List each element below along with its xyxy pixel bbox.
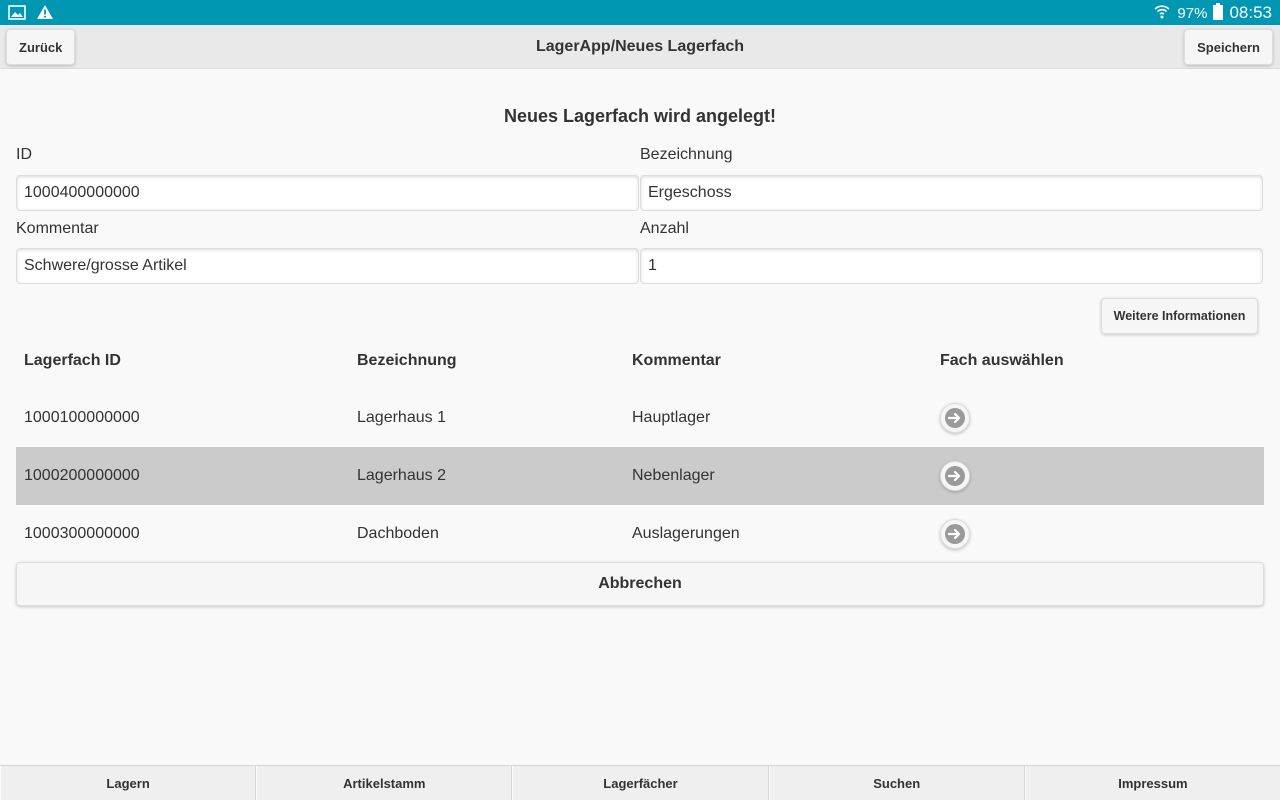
select-bin-button[interactable] [940, 447, 970, 505]
bottom-nav: Lagern Artikelstamm Lagerfächer Suchen I… [0, 765, 1280, 800]
anzahl-field[interactable]: 1 [640, 248, 1263, 284]
nav-item-artikelstamm[interactable]: Artikelstamm [256, 766, 513, 800]
row-id: 1000100000000 [24, 409, 140, 426]
id-field[interactable]: 1000400000000 [16, 175, 639, 211]
arrow-right-icon[interactable] [940, 403, 970, 433]
arrow-right-icon[interactable] [940, 461, 970, 491]
wifi-icon [1153, 2, 1171, 24]
storage-bin-table: Lagerfach ID Bezeichnung Kommentar Fach … [16, 333, 1264, 563]
cancel-button[interactable]: Abbrechen [16, 562, 1264, 606]
nav-item-suchen[interactable]: Suchen [768, 766, 1025, 800]
battery-percent: 97% [1177, 4, 1208, 22]
table-row: 1000300000000 Dachboden Auslagerungen [16, 505, 1264, 563]
table-header: Lagerfach ID Bezeichnung Kommentar Fach … [16, 333, 1264, 389]
bezeichnung-field[interactable]: Ergeschoss [640, 175, 1263, 211]
nav-item-lagerfaecher[interactable]: Lagerfächer [512, 766, 769, 800]
bezeichnung-label: Bezeichnung [640, 146, 733, 163]
column-header-bezeichnung: Bezeichnung [357, 352, 457, 369]
kommentar-field[interactable]: Schwere/grosse Artikel [16, 248, 639, 284]
warning-icon [36, 4, 54, 25]
battery-icon [1213, 2, 1224, 24]
row-bezeichnung: Lagerhaus 1 [357, 409, 446, 426]
row-id: 1000300000000 [24, 525, 140, 542]
column-header-id: Lagerfach ID [24, 352, 121, 369]
arrow-right-icon[interactable] [940, 519, 970, 549]
table-row: 1000100000000 Lagerhaus 1 Hauptlager [16, 389, 1264, 447]
anzahl-label: Anzahl [640, 220, 689, 237]
nav-item-lagern[interactable]: Lagern [0, 766, 257, 800]
image-icon [8, 4, 26, 25]
nav-item-impressum[interactable]: Impressum [1024, 766, 1280, 800]
row-bezeichnung: Dachboden [357, 525, 439, 542]
form-heading: Neues Lagerfach wird angelegt! [503, 106, 777, 126]
more-info-button[interactable]: Weitere Informationen [1101, 298, 1258, 334]
column-header-select: Fach auswählen [940, 352, 1064, 369]
row-id: 1000200000000 [24, 467, 140, 484]
status-bar: 97% 08:53 [0, 0, 1280, 25]
clock: 08:53 [1229, 3, 1272, 22]
save-button[interactable]: Speichern [1184, 29, 1273, 65]
page-title: LagerApp/Neues Lagerfach [535, 38, 745, 55]
row-bezeichnung: Lagerhaus 2 [357, 467, 446, 484]
app-header: Zurück LagerApp/Neues Lagerfach Speicher… [0, 25, 1280, 69]
row-kommentar: Auslagerungen [632, 525, 740, 542]
select-bin-button[interactable] [940, 505, 970, 563]
select-bin-button[interactable] [940, 389, 970, 447]
row-kommentar: Nebenlager [632, 467, 715, 484]
table-row: 1000200000000 Lagerhaus 2 Nebenlager [16, 447, 1264, 505]
column-header-kommentar: Kommentar [632, 352, 721, 369]
row-kommentar: Hauptlager [632, 409, 711, 426]
kommentar-label: Kommentar [16, 220, 99, 237]
id-label: ID [16, 146, 32, 163]
